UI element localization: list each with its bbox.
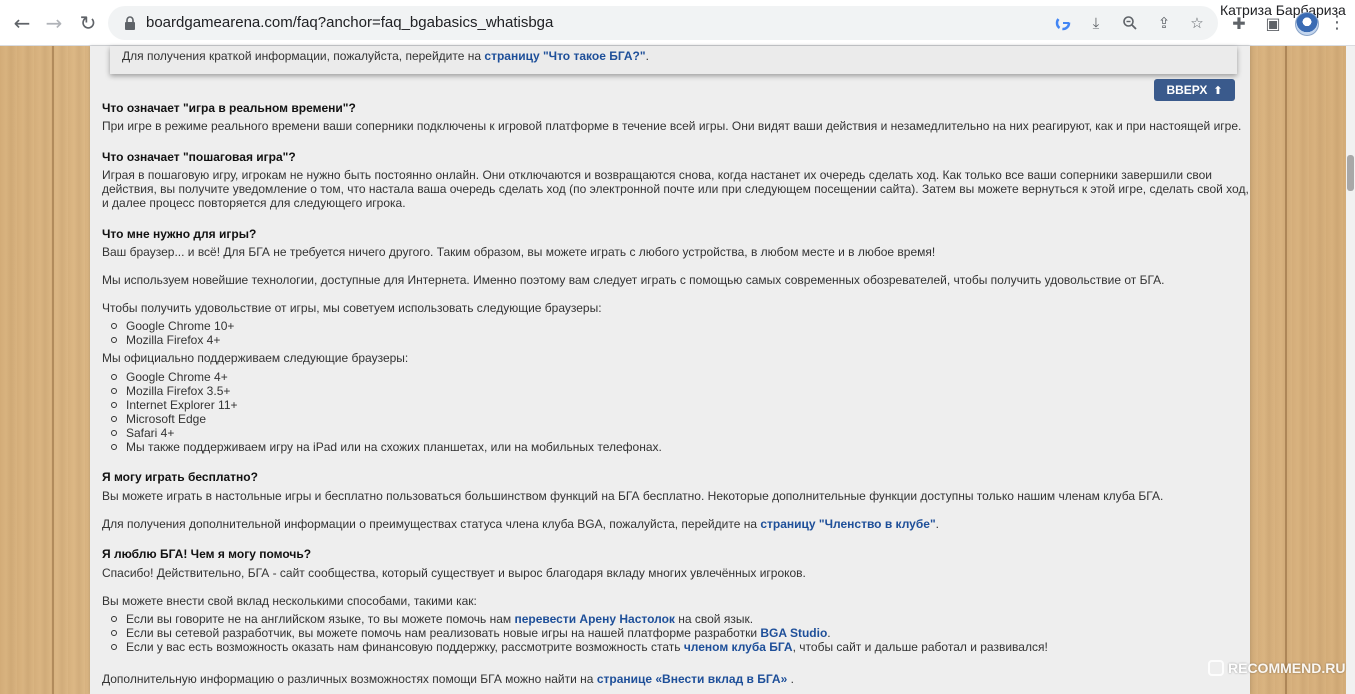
list-item: Google Chrome 10+ xyxy=(108,319,234,333)
answer-help-p1: Спасибо! Действительно, БГА - сайт сообщ… xyxy=(102,566,806,580)
help-item-text: Если вы сетевой разработчик, вы можете п… xyxy=(126,626,761,640)
url-text[interactable]: boardgamearena.com/faq?anchor=faq_bgabas… xyxy=(146,14,553,31)
lock-icon xyxy=(125,16,135,30)
answer-help-p2: Вы можете внести свой вклад несколькими … xyxy=(102,594,477,608)
list-item: Если вы сетевой разработчик, вы можете п… xyxy=(108,626,1048,640)
watermark: RECOMMEND.RU xyxy=(1208,660,1345,676)
answer-free-p1: Вы можете играть в настольные игры и бес… xyxy=(102,489,1164,503)
address-bar[interactable]: boardgamearena.com/faq?anchor=faq_bgabas… xyxy=(108,6,1218,40)
bookmark-star-icon[interactable]: ☆ xyxy=(1187,13,1207,33)
answer-turnbased-line2: действия, вы получите уведомление о том,… xyxy=(102,182,1249,196)
answer-realtime: При игре в режиме реального времени ваши… xyxy=(102,119,1242,133)
back-to-top-button[interactable]: ВВЕРХ ⬆ xyxy=(1154,79,1235,101)
google-icon[interactable] xyxy=(1053,13,1073,33)
browser-toolbar: ← → ↻ boardgamearena.com/faq?anchor=faq_… xyxy=(0,0,1355,46)
back-to-top-label: ВВЕРХ xyxy=(1166,83,1208,97)
plank-divider xyxy=(52,46,54,694)
question-help: Я люблю БГА! Чем я могу помочь? xyxy=(102,547,312,561)
arrow-up-icon: ⬆ xyxy=(1213,83,1223,97)
info-text-tail: . xyxy=(645,49,649,63)
list-item: Если вы говорите не на английском языке,… xyxy=(108,612,1048,626)
answer-help-p3-tail: . xyxy=(787,672,794,686)
bga-studio-link[interactable]: BGA Studio xyxy=(760,626,827,640)
answer-free-p2-text: Для получения дополнительной информации … xyxy=(102,517,761,531)
help-item-tail: , чтобы сайт и дальше работал и развивал… xyxy=(792,640,1048,654)
list-item: Мы также поддерживаем игру на iPad или н… xyxy=(108,440,662,454)
reload-icon[interactable]: ↻ xyxy=(74,9,102,37)
answer-requirements-p2: Мы используем новейшие технологии, досту… xyxy=(102,273,1165,287)
list-item: Safari 4+ xyxy=(108,426,662,440)
watermark-text: RECOMMEND.RU xyxy=(1228,660,1346,676)
question-requirements: Что мне нужно для игры? xyxy=(102,227,257,241)
question-free: Я могу играть бесплатно? xyxy=(102,470,258,484)
profile-name: Катриза Барбариза xyxy=(1220,2,1346,18)
translate-bga-link[interactable]: перевести Арену Настолок xyxy=(515,612,675,626)
what-is-bga-link[interactable]: страницу "Что такое БГА?" xyxy=(484,49,645,63)
share-icon[interactable]: ⇪ xyxy=(1154,13,1174,33)
contribute-page-link[interactable]: странице «Внести вклад в БГА» xyxy=(597,672,787,686)
menu-dots-icon[interactable]: ⋮ xyxy=(1328,12,1346,34)
answer-turnbased-line3: и далее процесс повторяется для следующе… xyxy=(102,196,406,210)
list-item: Microsoft Edge xyxy=(108,412,662,426)
supported-browsers-list: Google Chrome 4+ Mozilla Firefox 3.5+ In… xyxy=(108,370,662,454)
help-item-text: Если у вас есть возможность оказать нам … xyxy=(126,640,684,654)
list-item: Mozilla Firefox 4+ xyxy=(108,333,234,347)
question-turnbased: Что означает "пошаговая игра"? xyxy=(102,150,296,164)
answer-requirements-p1: Ваш браузер... и всё! Для БГА не требует… xyxy=(102,245,936,259)
help-item-tail: . xyxy=(827,626,831,640)
answer-free-p2-tail: . xyxy=(935,517,939,531)
avatar[interactable] xyxy=(1295,12,1319,36)
back-icon[interactable]: ← xyxy=(8,9,36,37)
answer-free-p2: Для получения дополнительной информации … xyxy=(102,517,939,531)
watermark-logo-icon xyxy=(1208,660,1224,676)
answer-requirements-p4: Мы официально поддерживаем следующие бра… xyxy=(102,351,409,365)
question-realtime: Что означает "игра в реальном времени"? xyxy=(102,101,356,115)
list-item: Если у вас есть возможность оказать нам … xyxy=(108,640,1048,654)
answer-help-p3-text: Дополнительную информацию о различных во… xyxy=(102,672,597,686)
install-icon[interactable]: ⤓ xyxy=(1086,13,1106,33)
list-item: Internet Explorer 11+ xyxy=(108,398,662,412)
answer-turnbased-line1: Играя в пошаговую игру, игрокам не нужно… xyxy=(102,168,1212,182)
list-item: Google Chrome 4+ xyxy=(108,370,662,384)
help-item-text: Если вы говорите не на английском языке,… xyxy=(126,612,515,626)
help-ways-list: Если вы говорите не на английском языке,… xyxy=(108,612,1048,654)
recommended-browsers-list: Google Chrome 10+ Mozilla Firefox 4+ xyxy=(108,319,234,347)
forward-icon[interactable]: → xyxy=(40,9,68,37)
answer-requirements-p3: Чтобы получить удовольствие от игры, мы … xyxy=(102,301,602,315)
help-item-tail: на свой язык. xyxy=(674,612,754,626)
zoom-icon[interactable] xyxy=(1120,13,1140,33)
club-membership-link[interactable]: страницу "Членство в клубе" xyxy=(760,517,935,531)
info-text: Для получения краткой информации, пожалу… xyxy=(122,49,649,63)
page-scrollbar[interactable] xyxy=(1346,46,1355,694)
info-text-body: Для получения краткой информации, пожалу… xyxy=(122,49,485,63)
plank-divider xyxy=(1285,46,1287,694)
list-item: Mozilla Firefox 3.5+ xyxy=(108,384,662,398)
scrollbar-thumb[interactable] xyxy=(1347,155,1354,191)
answer-help-p3: Дополнительную информацию о различных во… xyxy=(102,672,794,686)
club-member-link[interactable]: членом клуба БГА xyxy=(684,640,793,654)
